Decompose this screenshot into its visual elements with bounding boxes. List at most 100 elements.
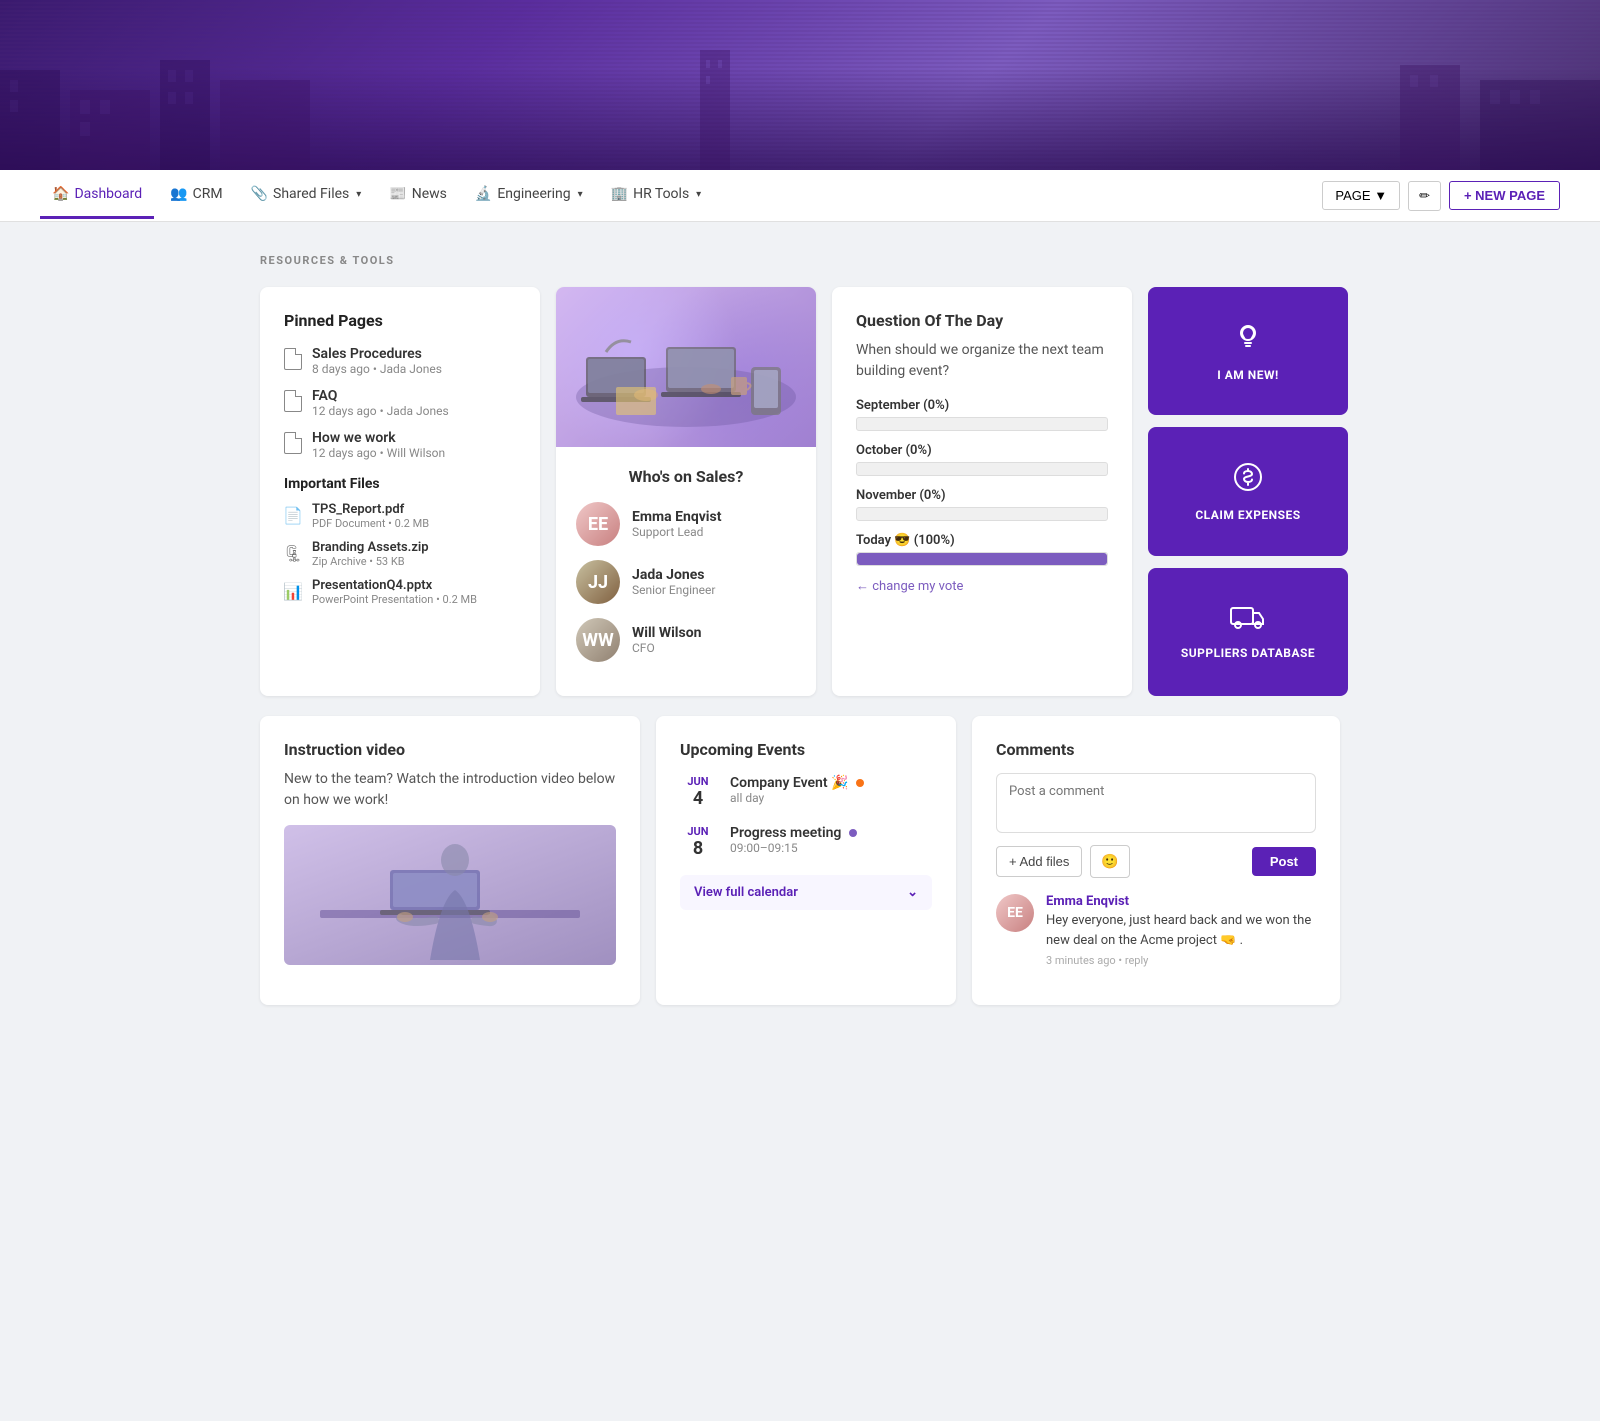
file-icon-faq bbox=[284, 390, 302, 412]
sales-image bbox=[556, 287, 816, 447]
person-name-emma: Emma Enqvist bbox=[632, 509, 721, 525]
view-calendar-button[interactable]: View full calendar ⌄ bbox=[680, 875, 932, 910]
flask-icon: 🔬 bbox=[475, 186, 492, 202]
question-card: Question Of The Day When should we organ… bbox=[832, 287, 1132, 696]
home-icon: 🏠 bbox=[52, 186, 69, 202]
poll-option-november[interactable]: November (0%) bbox=[856, 488, 1108, 521]
poll-bar-bg-oct bbox=[856, 462, 1108, 476]
new-page-label: + NEW PAGE bbox=[1464, 188, 1545, 203]
pinned-pages-title: Pinned Pages bbox=[284, 311, 516, 330]
cta-suppliers-db[interactable]: SUPPLIERS DATABASE bbox=[1148, 568, 1348, 696]
event-name-2: Progress meeting bbox=[730, 825, 857, 841]
video-text: New to the team? Watch the introduction … bbox=[284, 769, 616, 811]
page-button[interactable]: PAGE ▼ bbox=[1322, 181, 1400, 210]
list-item[interactable]: How we work 12 days ago • Will Wilson bbox=[284, 430, 516, 460]
comment-avatar-emma: EE bbox=[996, 894, 1034, 932]
event-month-2: JUN bbox=[680, 825, 716, 838]
nav-shared-files-label: Shared Files bbox=[273, 186, 349, 202]
hero-banner bbox=[0, 0, 1600, 170]
nav-dashboard[interactable]: 🏠 Dashboard bbox=[40, 172, 154, 219]
poll-option-september[interactable]: September (0%) bbox=[856, 398, 1108, 431]
comment-meta-emma: 3 minutes ago • reply bbox=[1046, 954, 1316, 967]
pinned-item-meta: 8 days ago • Jada Jones bbox=[312, 362, 442, 376]
file-icon-sales bbox=[284, 348, 302, 370]
list-item[interactable]: Sales Procedures 8 days ago • Jada Jones bbox=[284, 346, 516, 376]
events-title: Upcoming Events bbox=[680, 740, 932, 759]
poll-option-today[interactable]: Today 😎 (100%) bbox=[856, 533, 1108, 566]
nav-engineering[interactable]: 🔬 Engineering ▾ bbox=[463, 172, 595, 219]
list-item[interactable]: JUN 4 Company Event 🎉 all day bbox=[680, 775, 932, 809]
poll-bar-bg-sep bbox=[856, 417, 1108, 431]
event-day-1: 4 bbox=[680, 788, 716, 809]
poll-label-nov: November (0%) bbox=[856, 488, 1108, 503]
person-item-will[interactable]: WW Will Wilson CFO bbox=[576, 618, 796, 662]
new-page-button[interactable]: + NEW PAGE bbox=[1449, 181, 1560, 210]
video-thumb-inner bbox=[284, 825, 616, 965]
comment-input[interactable] bbox=[996, 773, 1316, 833]
cta-column: I AM NEW! CLAIM EXPENSES bbox=[1148, 287, 1348, 696]
change-vote[interactable]: ← change my vote bbox=[856, 578, 1108, 594]
emoji-button[interactable]: 🙂 bbox=[1090, 845, 1129, 878]
nav-crm[interactable]: 👥 CRM bbox=[158, 172, 234, 219]
bottom-row: Instruction video New to the team? Watch… bbox=[260, 716, 1340, 1005]
reply-link[interactable]: reply bbox=[1125, 954, 1149, 967]
person-role-emma: Support Lead bbox=[632, 525, 721, 539]
file-item-name: TPS_Report.pdf bbox=[312, 502, 429, 517]
users-icon: 👥 bbox=[170, 186, 187, 202]
event-dot-purple-2 bbox=[849, 829, 857, 837]
pinned-item-meta: 12 days ago • Will Wilson bbox=[312, 446, 445, 460]
nav-actions: PAGE ▼ ✏ + NEW PAGE bbox=[1322, 181, 1560, 211]
event-day-2: 8 bbox=[680, 838, 716, 859]
pinned-item-info: FAQ 12 days ago • Jada Jones bbox=[312, 388, 449, 418]
pinned-item-name: Sales Procedures bbox=[312, 346, 442, 362]
list-item[interactable]: 📄 TPS_Report.pdf PDF Document • 0.2 MB bbox=[284, 502, 516, 530]
video-title: Instruction video bbox=[284, 740, 616, 759]
nav-hr-tools[interactable]: 🏢 HR Tools ▾ bbox=[599, 172, 714, 219]
poll-option-october[interactable]: October (0%) bbox=[856, 443, 1108, 476]
person-role-will: CFO bbox=[632, 641, 701, 655]
nav-items: 🏠 Dashboard 👥 CRM 📎 Shared Files ▾ 📰 New… bbox=[40, 172, 1322, 219]
lightbulb-icon bbox=[1232, 321, 1264, 360]
video-thumbnail[interactable] bbox=[284, 825, 616, 965]
file-item-info: Branding Assets.zip Zip Archive • 53 KB bbox=[312, 540, 429, 568]
poll-bar-bg-today bbox=[856, 552, 1108, 566]
person-info-will: Will Wilson CFO bbox=[632, 625, 701, 655]
list-item[interactable]: 🗜 Branding Assets.zip Zip Archive • 53 K… bbox=[284, 540, 516, 568]
comment-item-emma: EE Emma Enqvist Hey everyone, just heard… bbox=[996, 894, 1316, 967]
event-info-1: Company Event 🎉 all day bbox=[730, 775, 864, 809]
list-item[interactable]: FAQ 12 days ago • Jada Jones bbox=[284, 388, 516, 418]
clip-icon-pptx: 📊 bbox=[284, 580, 302, 602]
nav-hr-tools-label: HR Tools bbox=[633, 186, 689, 202]
post-button[interactable]: Post bbox=[1252, 847, 1316, 876]
main-content: RESOURCES & TOOLS Pinned Pages Sales Pro… bbox=[220, 222, 1380, 1037]
video-illustration bbox=[290, 830, 610, 960]
add-files-button[interactable]: + Add files bbox=[996, 846, 1082, 877]
poll-label-sep: September (0%) bbox=[856, 398, 1108, 413]
event-month-1: JUN bbox=[680, 775, 716, 788]
pinned-item-name: FAQ bbox=[312, 388, 449, 404]
list-item[interactable]: JUN 8 Progress meeting 09:00–09:15 bbox=[680, 825, 932, 859]
file-item-meta: PowerPoint Presentation • 0.2 MB bbox=[312, 593, 477, 606]
list-item[interactable]: 📊 PresentationQ4.pptx PowerPoint Present… bbox=[284, 578, 516, 606]
page-button-label: PAGE ▼ bbox=[1335, 188, 1387, 203]
nav-crm-label: CRM bbox=[193, 186, 223, 202]
view-calendar-label: View full calendar bbox=[694, 885, 798, 900]
cta-i-am-new[interactable]: I AM NEW! bbox=[1148, 287, 1348, 415]
avatar-jada: JJ bbox=[576, 560, 620, 604]
nav-shared-files[interactable]: 📎 Shared Files ▾ bbox=[239, 172, 374, 219]
instruction-video-card: Instruction video New to the team? Watch… bbox=[260, 716, 640, 1005]
comment-author-emma[interactable]: Emma Enqvist bbox=[1046, 894, 1316, 909]
person-item-emma[interactable]: EE Emma Enqvist Support Lead bbox=[576, 502, 796, 546]
important-files-title: Important Files bbox=[284, 476, 516, 492]
person-role-jada: Senior Engineer bbox=[632, 583, 715, 597]
pinned-item-meta: 12 days ago • Jada Jones bbox=[312, 404, 449, 418]
upcoming-events-card: Upcoming Events JUN 4 Company Event 🎉 al… bbox=[656, 716, 956, 1005]
cta-claim-expenses-label: CLAIM EXPENSES bbox=[1195, 508, 1300, 522]
nav-news[interactable]: 📰 News bbox=[377, 172, 459, 219]
person-name-jada: Jada Jones bbox=[632, 567, 715, 583]
cta-claim-expenses[interactable]: CLAIM EXPENSES bbox=[1148, 427, 1348, 555]
chevron-down-icon-hr: ▾ bbox=[696, 189, 701, 200]
person-item-jada[interactable]: JJ Jada Jones Senior Engineer bbox=[576, 560, 796, 604]
poll-bar-fill-today bbox=[857, 553, 1107, 565]
edit-button[interactable]: ✏ bbox=[1408, 181, 1441, 211]
